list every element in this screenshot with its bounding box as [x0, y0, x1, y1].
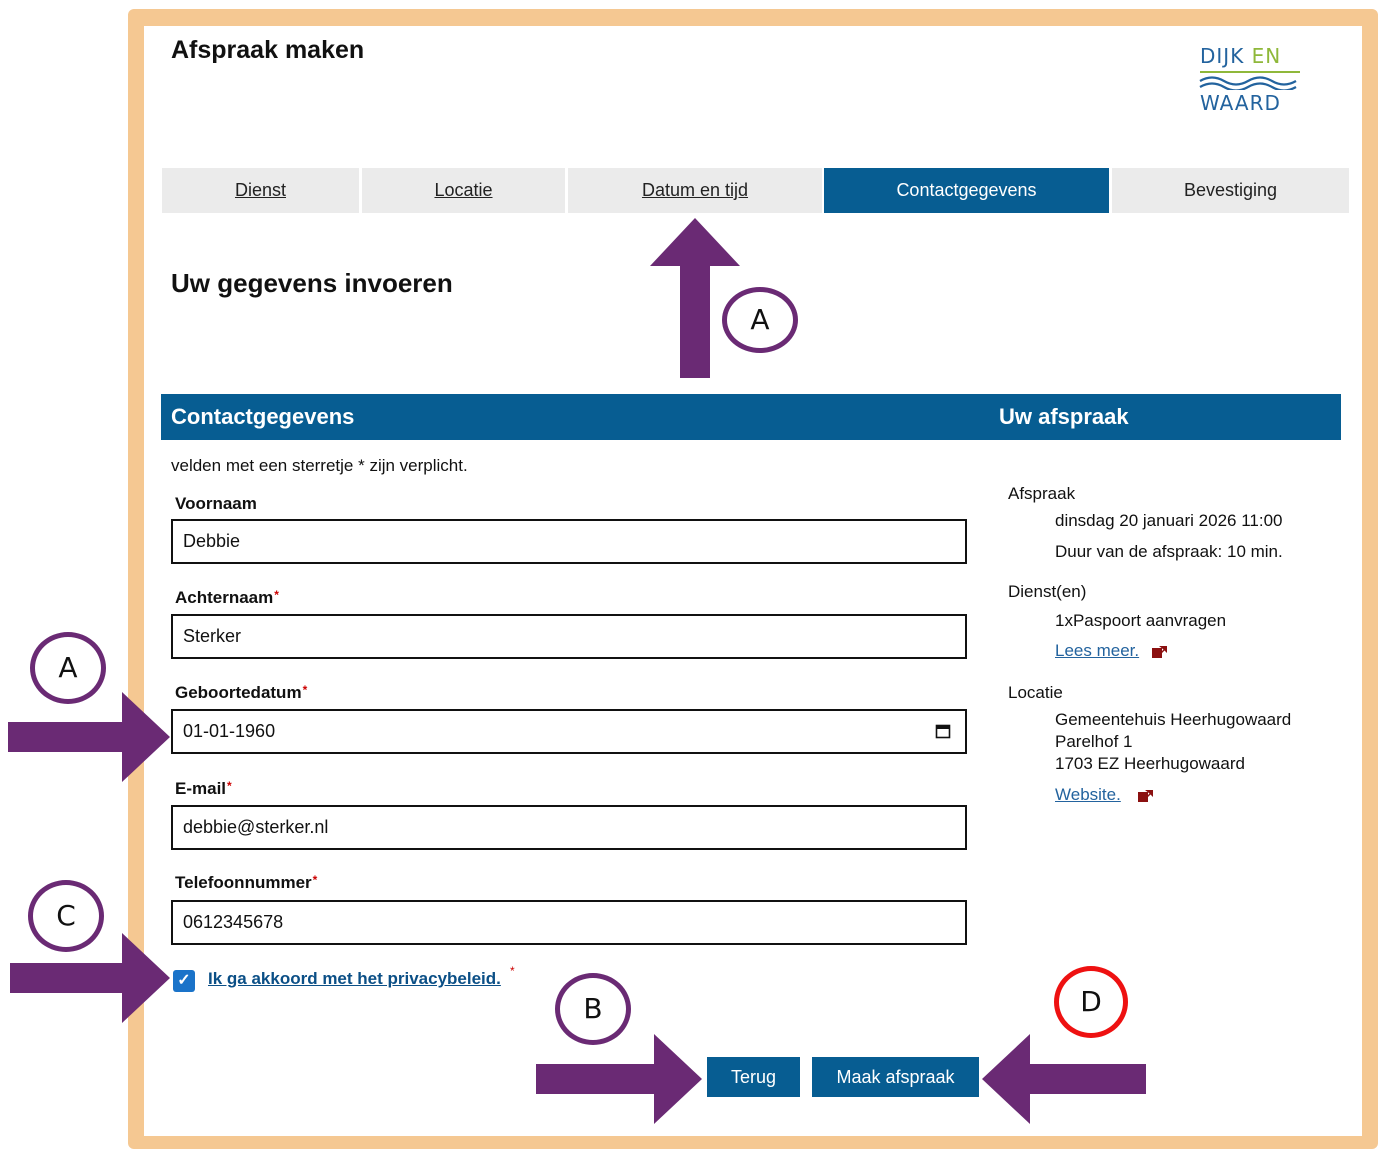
tab-dienst-link[interactable]: Dienst — [235, 180, 286, 200]
dijk-en-waard-logo: DIJK EN WAARD — [1198, 44, 1304, 118]
privacy-policy-link[interactable]: Ik ga akkoord met het privacybeleid. — [208, 969, 501, 989]
geboortedatum-label: Geboortedatum* — [175, 683, 308, 702]
annotation-marker-a: A — [30, 632, 106, 704]
telefoonnummer-label: Telefoonnummer* — [175, 873, 318, 892]
required-note: velden met een sterretje * zijn verplich… — [171, 456, 468, 475]
read-more-item: Lees meer. — [1055, 641, 1139, 661]
page-title: Afspraak maken — [171, 36, 365, 64]
website-item: Website. — [1055, 785, 1121, 805]
voornaam-input[interactable] — [171, 519, 967, 564]
tab-datum-en-tijd[interactable]: Datum en tijd — [568, 168, 822, 213]
location-name: Gemeentehuis Heerhugowaard — [1055, 710, 1292, 729]
dienst-heading: Dienst(en) — [1008, 582, 1087, 601]
annotation-marker-c: C — [28, 880, 104, 952]
contact-heading: Contactgegevens — [171, 404, 355, 429]
required-star: * — [510, 964, 515, 978]
logo-wave-icon — [1199, 71, 1300, 90]
website-link[interactable]: Website. — [1055, 785, 1121, 804]
back-button[interactable]: Terug — [707, 1057, 800, 1097]
annotation-arrow-right — [8, 692, 170, 782]
annotation-marker-d: D — [1054, 966, 1128, 1038]
external-link-icon[interactable] — [1151, 645, 1169, 659]
external-link-icon[interactable] — [1137, 789, 1155, 803]
annotation-arrow-right — [536, 1034, 702, 1124]
appointment-datetime: dinsdag 20 januari 2026 11:00 — [1055, 511, 1283, 530]
achternaam-label: Achternaam* — [175, 588, 279, 607]
geboortedatum-value: 01-01-1960 — [183, 721, 276, 741]
annotation-arrow-right — [10, 933, 170, 1023]
required-star: * — [302, 683, 308, 697]
address-line-2: 1703 EZ Heerhugowaard — [1055, 754, 1245, 773]
tab-bevestiging: Bevestiging — [1112, 168, 1349, 213]
required-star: * — [227, 779, 232, 793]
telefoonnummer-input[interactable] — [171, 900, 967, 945]
dienst-value: 1xPaspoort aanvragen — [1055, 611, 1227, 630]
locatie-heading: Locatie — [1008, 683, 1063, 702]
logo-text-dijk: DIJK — [1200, 44, 1252, 68]
make-appointment-button[interactable]: Maak afspraak — [812, 1057, 979, 1097]
section-title: Uw gegevens invoeren — [171, 268, 453, 298]
annotation-marker-b: B — [555, 973, 631, 1045]
tab-datum-en-tijd-link[interactable]: Datum en tijd — [642, 180, 748, 200]
calendar-icon[interactable] — [935, 723, 951, 739]
annotation-marker-a: A — [722, 287, 798, 353]
tab-contactgegevens: Contactgegevens — [824, 168, 1109, 213]
annotation-arrow-left — [982, 1034, 1146, 1124]
tab-locatie-link[interactable]: Locatie — [434, 180, 492, 200]
appointment-duration: Duur van de afspraak: 10 min. — [1055, 542, 1283, 561]
email-label: E-mail* — [175, 779, 232, 798]
appointment-heading: Uw afspraak — [999, 404, 1129, 429]
annotation-arrow-up — [650, 218, 740, 378]
section-header-bar: Contactgegevens Uw afspraak — [161, 394, 1341, 440]
achternaam-input[interactable] — [171, 614, 967, 659]
tab-locatie[interactable]: Locatie — [362, 168, 565, 213]
step-tabs: Dienst Locatie Datum en tijd Contactgege… — [162, 168, 1349, 213]
tab-dienst[interactable]: Dienst — [162, 168, 359, 213]
read-more-link[interactable]: Lees meer. — [1055, 641, 1139, 660]
geboortedatum-input[interactable]: 01-01-1960 — [171, 709, 967, 754]
afspraak-heading: Afspraak — [1008, 484, 1076, 503]
logo-text-en: EN — [1251, 44, 1282, 68]
logo-text-waard: WAARD — [1200, 91, 1281, 115]
required-star: * — [312, 873, 318, 887]
privacy-checkbox[interactable]: ✓ — [173, 970, 195, 992]
required-star: * — [274, 588, 279, 602]
email-input[interactable] — [171, 805, 967, 850]
voornaam-label: Voornaam — [175, 494, 257, 513]
address-line-1: Parelhof 1 — [1055, 732, 1133, 751]
